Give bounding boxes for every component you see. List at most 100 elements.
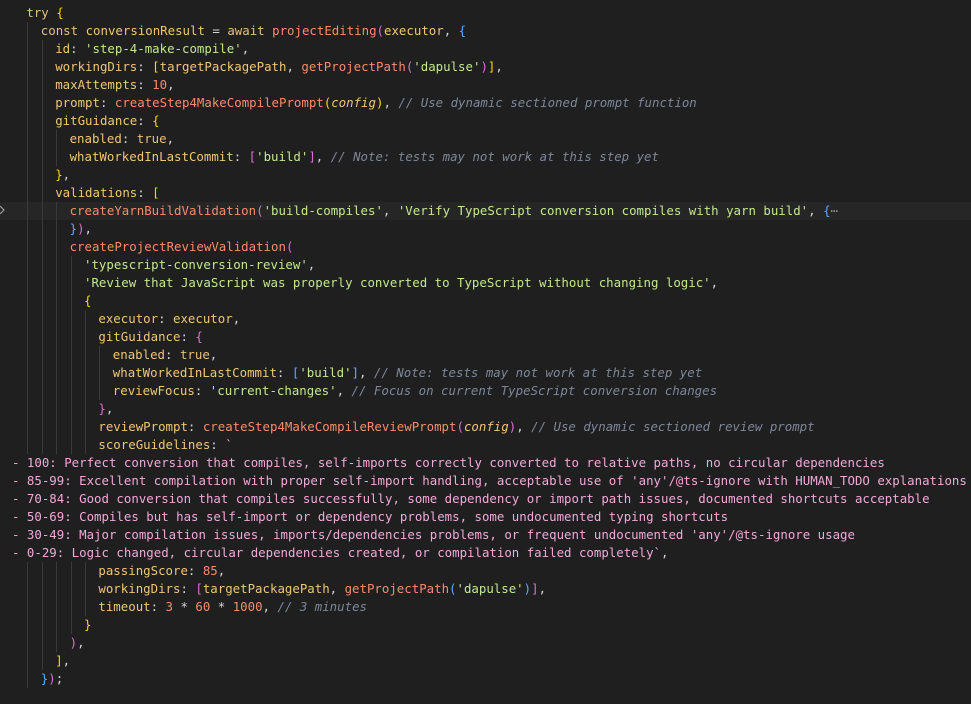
indent-guide — [27, 166, 29, 184]
code-token: enabled — [69, 131, 122, 146]
indent-guide — [41, 364, 43, 382]
fold-chevron-icon[interactable] — [0, 205, 5, 215]
indent-guide — [56, 382, 58, 400]
code-line[interactable]: workingDirs: [targetPackagePath, getProj… — [0, 58, 971, 76]
code-line[interactable]: workingDirs: [targetPackagePath, getProj… — [0, 580, 971, 598]
code-line[interactable]: try { — [0, 4, 971, 22]
code-line[interactable]: }); — [0, 670, 971, 688]
code-token: ; — [55, 671, 64, 686]
code-token: 'dapulse' — [456, 581, 524, 596]
code-line[interactable]: maxAttempts: 10, — [0, 76, 971, 94]
code-token: createStep4MakeCompilePrompt — [114, 95, 324, 110]
code-line[interactable]: ), — [0, 634, 971, 652]
code-token: , — [495, 59, 503, 74]
code-token: ) — [69, 635, 78, 650]
code-line[interactable]: prompt: createStep4MakeCompilePrompt(con… — [0, 94, 971, 112]
code-line[interactable]: - 100: Perfect conversion that compiles,… — [0, 454, 971, 472]
code-line[interactable]: } — [0, 616, 971, 634]
indent-guide — [27, 616, 29, 634]
code-line[interactable]: createYarnBuildValidation('build-compile… — [0, 202, 971, 220]
code-token: - 30-49: Major compilation issues, impor… — [12, 527, 855, 542]
code-token: * — [210, 599, 233, 614]
indent-guide — [70, 382, 72, 400]
code-text: prompt: createStep4MakeCompilePrompt(con… — [55, 94, 697, 112]
code-line[interactable]: ], — [0, 652, 971, 670]
code-line[interactable]: - 85-99: Excellent compilation with prop… — [0, 472, 971, 490]
code-token: : — [150, 599, 166, 614]
indent-guide — [56, 436, 58, 454]
indent-guide — [70, 346, 72, 364]
code-line[interactable]: 'typescript-conversion-review', — [0, 256, 971, 274]
code-line[interactable]: }), — [0, 220, 971, 238]
code-line[interactable]: enabled: true, — [0, 130, 971, 148]
code-line[interactable]: gitGuidance: { — [0, 112, 971, 130]
code-token: : — [180, 329, 196, 344]
code-token: ( — [256, 203, 264, 218]
indent-guide — [41, 562, 43, 580]
code-line[interactable]: whatWorkedInLastCommit: ['build'], // No… — [0, 364, 971, 382]
indent-guide — [56, 202, 58, 220]
indent-guide — [27, 598, 29, 616]
indent-guide — [41, 400, 43, 418]
code-line[interactable]: reviewPrompt: createStep4MakeCompileRevi… — [0, 418, 971, 436]
code-token: } — [55, 167, 63, 182]
code-line[interactable]: - 30-49: Major compilation issues, impor… — [0, 526, 971, 544]
code-line[interactable] — [0, 688, 971, 704]
indent-guide — [41, 274, 43, 292]
indent-guide — [56, 364, 58, 382]
indent-guide — [70, 328, 72, 346]
code-line[interactable]: 'Review that JavaScript was properly con… — [0, 274, 971, 292]
code-line[interactable]: whatWorkedInLastCommit: ['build'], // No… — [0, 148, 971, 166]
code-token: : — [165, 347, 180, 362]
code-line[interactable]: executor: executor, — [0, 310, 971, 328]
code-token: targetPackagePath — [202, 581, 330, 596]
code-line[interactable]: passingScore: 85, — [0, 562, 971, 580]
code-token: 'step-4-make-compile' — [85, 41, 242, 56]
code-line[interactable]: const conversionResult = await projectEd… — [0, 22, 971, 40]
indent-guide — [27, 184, 29, 202]
code-token: validations — [55, 185, 138, 200]
code-line[interactable]: gitGuidance: { — [0, 328, 971, 346]
code-line[interactable]: }, — [0, 400, 971, 418]
code-line[interactable]: enabled: true, — [0, 346, 971, 364]
code-token: // Use dynamic sectioned prompt function — [398, 95, 697, 110]
code-line[interactable]: id: 'step-4-make-compile', — [0, 40, 971, 58]
code-token: ] — [531, 581, 539, 596]
code-token: whatWorkedInLastCommit — [112, 365, 277, 380]
code-line[interactable]: { — [0, 292, 971, 310]
code-token: { — [84, 293, 92, 308]
indent-guide — [27, 670, 29, 688]
code-token: executor — [384, 23, 444, 38]
indent-guide — [41, 76, 43, 94]
code-text: { — [84, 292, 91, 310]
code-line[interactable]: - 50-69: Compiles but has self-import or… — [0, 508, 971, 526]
indent-guide — [56, 292, 58, 310]
indent-guide — [41, 58, 43, 76]
code-token: , — [167, 77, 175, 92]
indent-guide — [27, 274, 29, 292]
code-line[interactable]: reviewFocus: 'current-changes', // Focus… — [0, 382, 971, 400]
indent-guide — [56, 346, 58, 364]
code-editor[interactable]: try {const conversionResult = await proj… — [0, 0, 971, 704]
folded-ellipsis[interactable]: ⋯ — [831, 203, 838, 218]
code-line[interactable]: createProjectReviewValidation( — [0, 238, 971, 256]
code-token: 1000 — [232, 599, 263, 614]
indent-guide — [85, 436, 86, 454]
indent-guide — [70, 292, 72, 310]
code-line[interactable]: validations: [ — [0, 184, 971, 202]
code-line[interactable]: }, — [0, 166, 971, 184]
code-line[interactable]: - 0-29: Logic changed, circular dependen… — [0, 544, 971, 562]
indent-guide — [70, 418, 72, 436]
code-token: ` — [225, 437, 233, 452]
code-text: - 100: Perfect conversion that compiles,… — [12, 454, 885, 472]
code-token: , — [382, 203, 398, 218]
code-token: await — [227, 23, 265, 38]
code-line[interactable]: - 70-84: Good conversion that compiles s… — [0, 490, 971, 508]
code-line[interactable]: scoreGuidelines: ` — [0, 436, 971, 454]
indent-guide — [56, 634, 58, 652]
code-line[interactable]: timeout: 3 * 60 * 1000, // 3 minutes — [0, 598, 971, 616]
code-token: 'build' — [256, 149, 309, 164]
code-token: gitGuidance — [98, 329, 181, 344]
code-token: , — [62, 167, 71, 182]
indent-guide — [27, 562, 29, 580]
